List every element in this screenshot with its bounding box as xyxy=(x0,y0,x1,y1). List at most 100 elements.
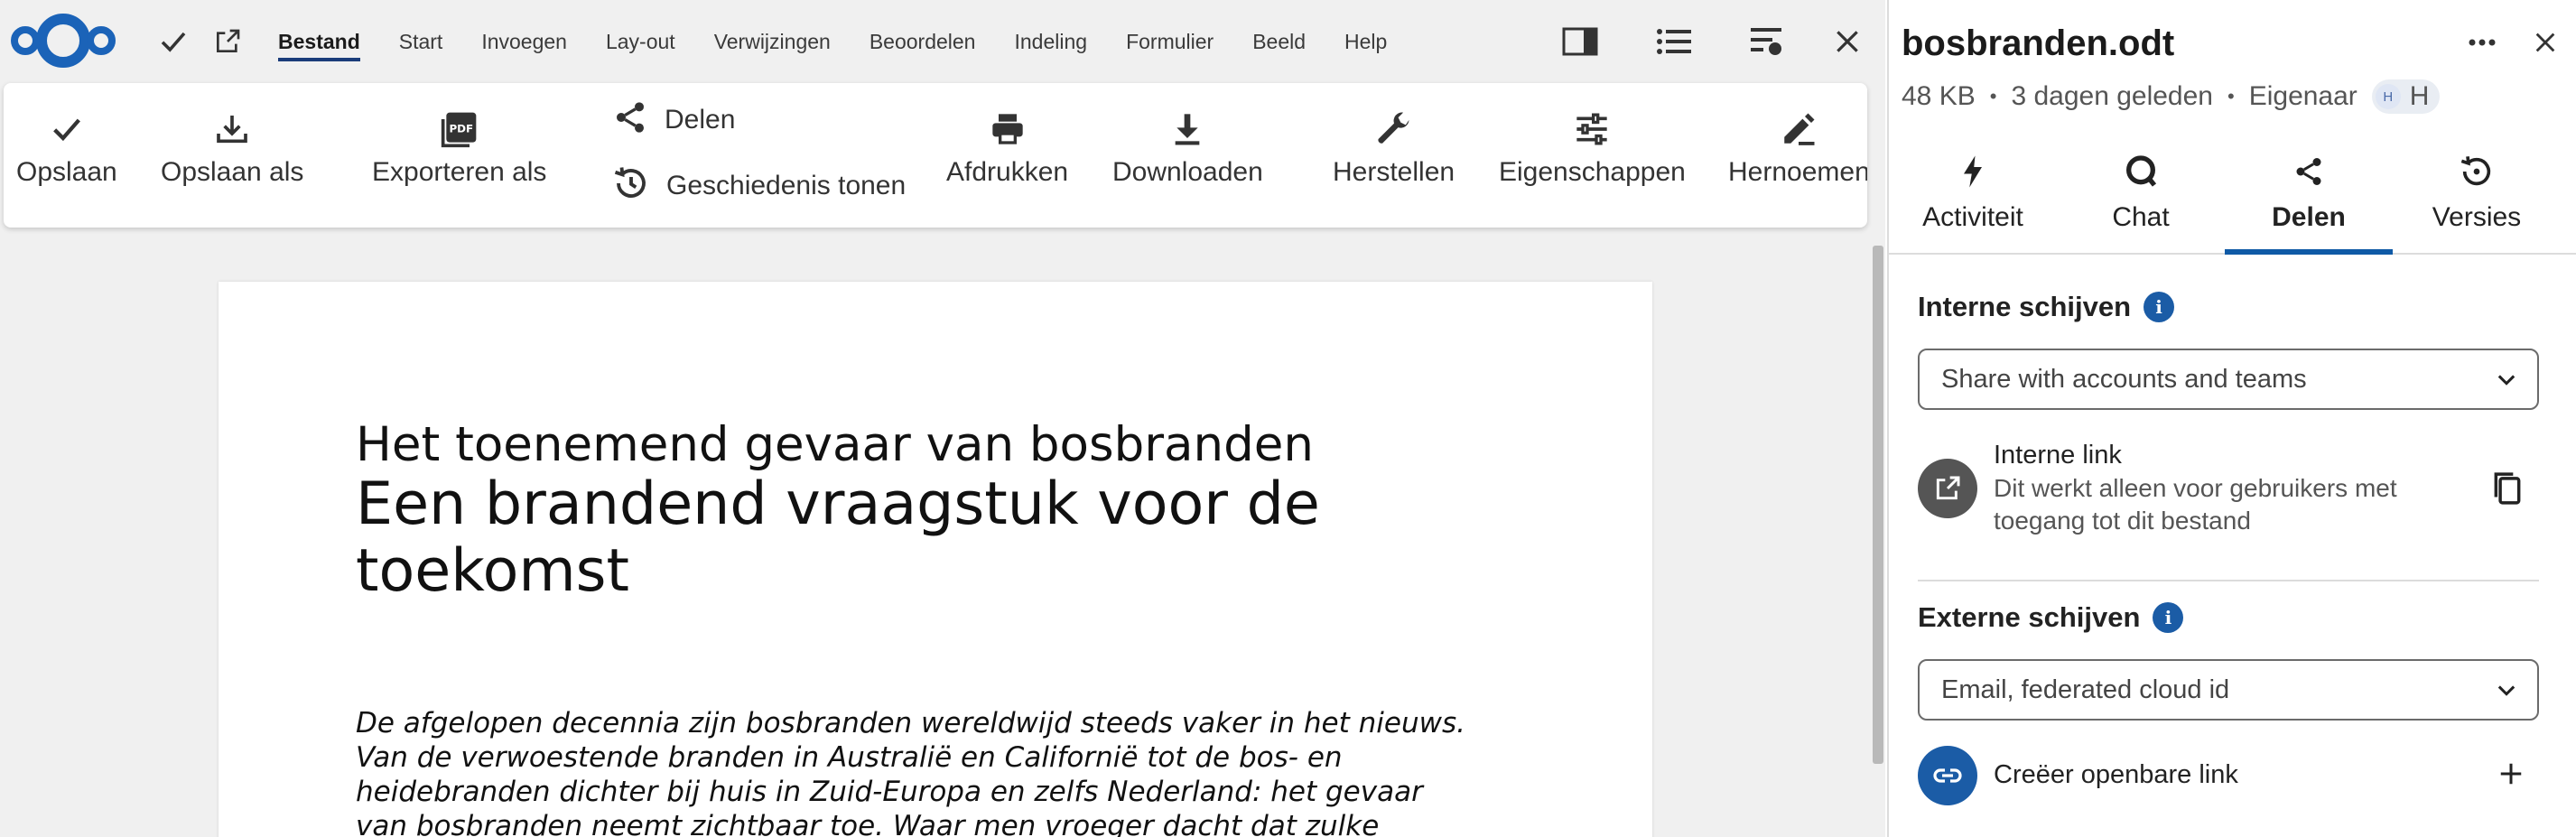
chevron-down-icon xyxy=(2494,367,2519,399)
external-share-placeholder: Email, federated cloud id xyxy=(1941,674,2230,704)
more-actions-icon[interactable] xyxy=(2460,20,2505,65)
internal-shares-heading: Interne schijven i xyxy=(1918,291,2175,323)
download-button[interactable]: Downloaden xyxy=(1112,107,1263,188)
create-public-link-label: Creëer openbare link xyxy=(1994,760,2238,789)
owner-chip[interactable]: H H xyxy=(2371,79,2441,114)
save-as-button[interactable]: Opslaan als xyxy=(161,107,303,188)
external-shares-heading: Externe schijven i xyxy=(1918,601,2184,634)
internal-link-text: Interne link Dit werkt alleen voor gebru… xyxy=(1994,441,2397,537)
download-icon xyxy=(1169,107,1205,152)
menu-bar: Bestand Start Invoegen Lay-out Verwijzin… xyxy=(0,0,1885,83)
tab-share[interactable]: Delen xyxy=(2225,146,2393,255)
menu-layout[interactable]: Lay-out xyxy=(606,27,675,61)
pencil-icon xyxy=(1780,107,1818,152)
close-sidebar-icon[interactable] xyxy=(2523,20,2568,65)
owner-name: H xyxy=(2409,81,2430,111)
internal-link-avatar xyxy=(1918,459,1977,518)
svg-text:PDF: PDF xyxy=(449,123,473,135)
tab-label: Chat xyxy=(2112,202,2170,232)
tab-label: Activiteit xyxy=(1922,202,2023,232)
nextcloud-logo-icon[interactable] xyxy=(7,13,119,69)
repair-label: Herstellen xyxy=(1333,157,1455,187)
save-as-label: Opslaan als xyxy=(161,157,304,187)
wrench-icon xyxy=(1374,107,1414,152)
chevron-down-icon xyxy=(2494,677,2519,710)
share-label: Delen xyxy=(665,104,736,135)
compact-view-icon[interactable] xyxy=(1743,20,1790,63)
document-scrollbar[interactable] xyxy=(1873,246,1883,764)
save-label: Opslaan xyxy=(16,157,117,187)
show-history-button[interactable]: Geschiedenis tonen xyxy=(612,164,906,207)
sidebar-toggle-icon[interactable] xyxy=(1557,20,1604,63)
menu-tabs: Bestand Start Invoegen Lay-out Verwijzin… xyxy=(278,27,1426,61)
pdf-icon: PDF xyxy=(440,107,479,152)
outline-list-icon[interactable] xyxy=(1651,20,1697,63)
document-body-text: De afgelopen decennia zijn bosbranden we… xyxy=(356,707,1465,837)
close-icon[interactable] xyxy=(1824,20,1871,63)
tab-versions[interactable]: Versies xyxy=(2393,146,2561,253)
lightning-icon xyxy=(1959,152,1986,191)
external-share-select[interactable]: Email, federated cloud id xyxy=(1918,659,2539,721)
internal-shares-title: Interne schijven xyxy=(1918,291,2132,322)
menu-form[interactable]: Formulier xyxy=(1126,27,1214,61)
sidebar-tabs: Activiteit Chat Delen Versies xyxy=(1889,146,2576,255)
printer-icon xyxy=(989,107,1027,152)
internal-link-subtitle-2: toegang tot dit bestand xyxy=(1994,507,2251,535)
print-label: Afdrukken xyxy=(946,157,1069,187)
share-button[interactable]: Delen xyxy=(612,99,735,140)
open-external-icon[interactable] xyxy=(206,20,249,63)
history-icon xyxy=(612,164,650,207)
file-toolbar: Opslaan Opslaan als PDF Exporteren als D… xyxy=(4,83,1867,228)
meta-separator: • xyxy=(1989,85,1997,107)
file-modified: 3 dagen geleden xyxy=(2011,81,2213,111)
menu-help[interactable]: Help xyxy=(1344,27,1387,61)
menu-home[interactable]: Start xyxy=(399,27,443,61)
download-tray-icon xyxy=(214,107,250,152)
avatar: H xyxy=(2375,84,2401,109)
menu-format[interactable]: Indeling xyxy=(1014,27,1087,61)
info-icon[interactable]: i xyxy=(2144,292,2175,322)
editor-pane: Bestand Start Invoegen Lay-out Verwijzin… xyxy=(0,0,1885,837)
history-icon xyxy=(2459,152,2495,191)
public-link-row[interactable]: Creëer openbare link xyxy=(1994,760,2238,790)
tab-chat[interactable]: Chat xyxy=(2057,146,2225,253)
file-size: 48 KB xyxy=(1902,81,1976,111)
external-shares-title: Externe schijven xyxy=(1918,601,2141,633)
save-button[interactable]: Opslaan xyxy=(16,107,117,188)
copy-icon[interactable] xyxy=(2490,470,2525,512)
info-icon[interactable]: i xyxy=(2153,602,2184,633)
properties-label: Eigenschappen xyxy=(1499,157,1686,187)
menu-file[interactable]: Bestand xyxy=(278,27,360,61)
internal-link-title: Interne link xyxy=(1994,441,2122,470)
sliders-icon xyxy=(1573,107,1611,152)
document-subtitle: Een brandend vraagstuk voor de toekomst xyxy=(356,470,1320,605)
owner-label: Eigenaar xyxy=(2248,81,2357,111)
menu-view[interactable]: Beeld xyxy=(1252,27,1306,61)
menu-insert[interactable]: Invoegen xyxy=(481,27,567,61)
details-sidebar: bosbranden.odt 48 KB • 3 dagen geleden •… xyxy=(1887,0,2576,837)
plus-icon[interactable] xyxy=(2497,760,2525,792)
checkmark-icon[interactable] xyxy=(152,20,195,63)
tab-label: Delen xyxy=(2272,202,2346,232)
download-label: Downloaden xyxy=(1112,157,1263,187)
public-link-avatar xyxy=(1918,746,1977,805)
tab-activity[interactable]: Activiteit xyxy=(1889,146,2057,253)
document-title: Het toenemend gevaar van bosbranden xyxy=(356,417,1314,472)
share-icon xyxy=(2292,152,2325,191)
checkmark-icon xyxy=(49,107,85,152)
menu-references[interactable]: Verwijzingen xyxy=(714,27,831,61)
properties-button[interactable]: Eigenschappen xyxy=(1499,107,1686,188)
export-as-label: Exporteren als xyxy=(372,157,547,187)
internal-link-subtitle-1: Dit werkt alleen voor gebruikers met xyxy=(1994,474,2397,502)
menu-review[interactable]: Beoordelen xyxy=(870,27,976,61)
internal-share-select[interactable]: Share with accounts and teams xyxy=(1918,349,2539,410)
print-button[interactable]: Afdrukken xyxy=(946,107,1068,188)
meta-separator: • xyxy=(2227,85,2235,107)
file-name: bosbranden.odt xyxy=(1902,23,2175,63)
repair-button[interactable]: Herstellen xyxy=(1333,107,1455,188)
show-history-label: Geschiedenis tonen xyxy=(666,170,907,200)
export-as-button[interactable]: PDF Exporteren als xyxy=(372,107,546,188)
internal-share-placeholder: Share with accounts and teams xyxy=(1941,364,2307,394)
share-icon xyxy=(612,99,648,140)
rename-button[interactable]: Hernoemen xyxy=(1728,107,1867,188)
